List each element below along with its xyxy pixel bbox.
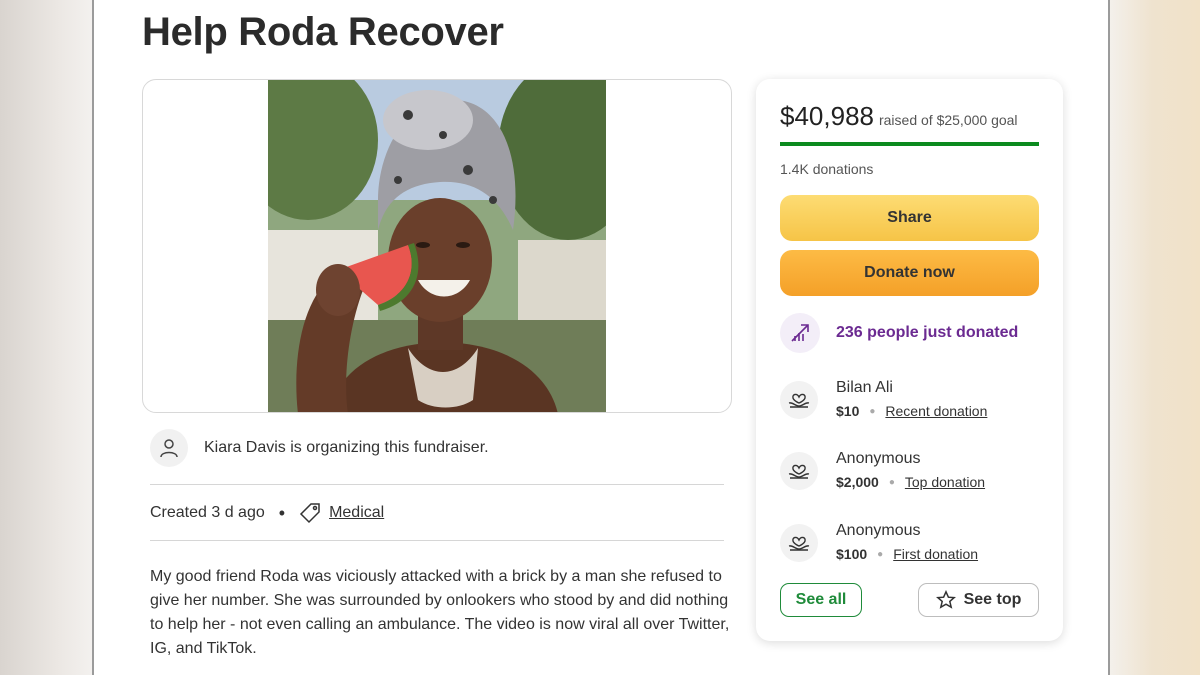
star-icon — [935, 590, 956, 610]
donation-card: $40,988 raised of $25,000 goal 1.4K dona… — [756, 79, 1063, 641]
page-title: Help Roda Recover — [142, 10, 504, 54]
recent-donors-text: 236 people just donated — [836, 324, 1019, 341]
raised-amount: $40,988 — [780, 101, 874, 131]
person-icon — [150, 429, 188, 467]
campaign-story: My good friend Roda was viciously attack… — [150, 568, 730, 657]
donor-amount: $10 — [836, 403, 860, 419]
progress-fill — [780, 142, 1039, 146]
see-top-label: See top — [963, 591, 1022, 608]
heart-hands-icon — [780, 524, 818, 562]
heart-hands-icon — [780, 452, 818, 490]
donor-item: Bilan Ali $10 ● Recent donation — [780, 379, 987, 419]
donation-count: 1.4K donations — [780, 161, 874, 177]
divider — [150, 484, 724, 485]
created-date: Created 3 d ago — [150, 504, 265, 521]
goal-text: raised of $25,000 goal — [878, 112, 1018, 128]
separator-dot: ● — [888, 476, 895, 488]
campaign-photo — [268, 80, 606, 412]
campaign-media[interactable] — [142, 79, 732, 413]
donation-type-link[interactable]: Top donation — [905, 474, 985, 490]
fundraiser-page: Help Roda Recover Kiara Davis is organiz… — [92, 0, 1110, 675]
see-all-button[interactable]: See all — [780, 583, 862, 617]
donor-item: Anonymous $2,000 ● Top donation — [780, 450, 985, 490]
category-link[interactable]: Medical — [329, 504, 384, 522]
separator-dot: • — [278, 502, 286, 523]
share-button[interactable]: Share — [780, 195, 1039, 241]
raised-summary: $40,988 raised of $25,000 goal — [780, 101, 1018, 132]
progress-bar — [780, 142, 1039, 146]
divider — [150, 540, 724, 541]
separator-dot: ● — [877, 548, 884, 560]
tag-icon — [299, 502, 321, 524]
see-top-button[interactable]: See top — [918, 583, 1039, 617]
donation-type-link[interactable]: First donation — [893, 546, 978, 562]
donate-now-button[interactable]: Donate now — [780, 250, 1039, 296]
trend-row: 236 people just donated — [780, 313, 1018, 353]
donor-name: Bilan Ali — [836, 379, 893, 396]
donor-amount: $2,000 — [836, 474, 879, 490]
donor-name: Anonymous — [836, 450, 921, 467]
separator-dot: ● — [869, 405, 876, 417]
organizer-row: Kiara Davis is organizing this fundraise… — [150, 428, 724, 468]
donor-name: Anonymous — [836, 522, 921, 539]
donor-amount: $100 — [836, 546, 868, 562]
heart-hands-icon — [780, 381, 818, 419]
donor-item: Anonymous $100 ● First donation — [780, 522, 978, 562]
donation-type-link[interactable]: Recent donation — [885, 403, 987, 419]
campaign-meta: Created 3 d ago • Medical — [150, 498, 384, 528]
organizer-text: Kiara Davis is organizing this fundraise… — [204, 439, 489, 456]
trending-up-icon — [780, 313, 820, 353]
